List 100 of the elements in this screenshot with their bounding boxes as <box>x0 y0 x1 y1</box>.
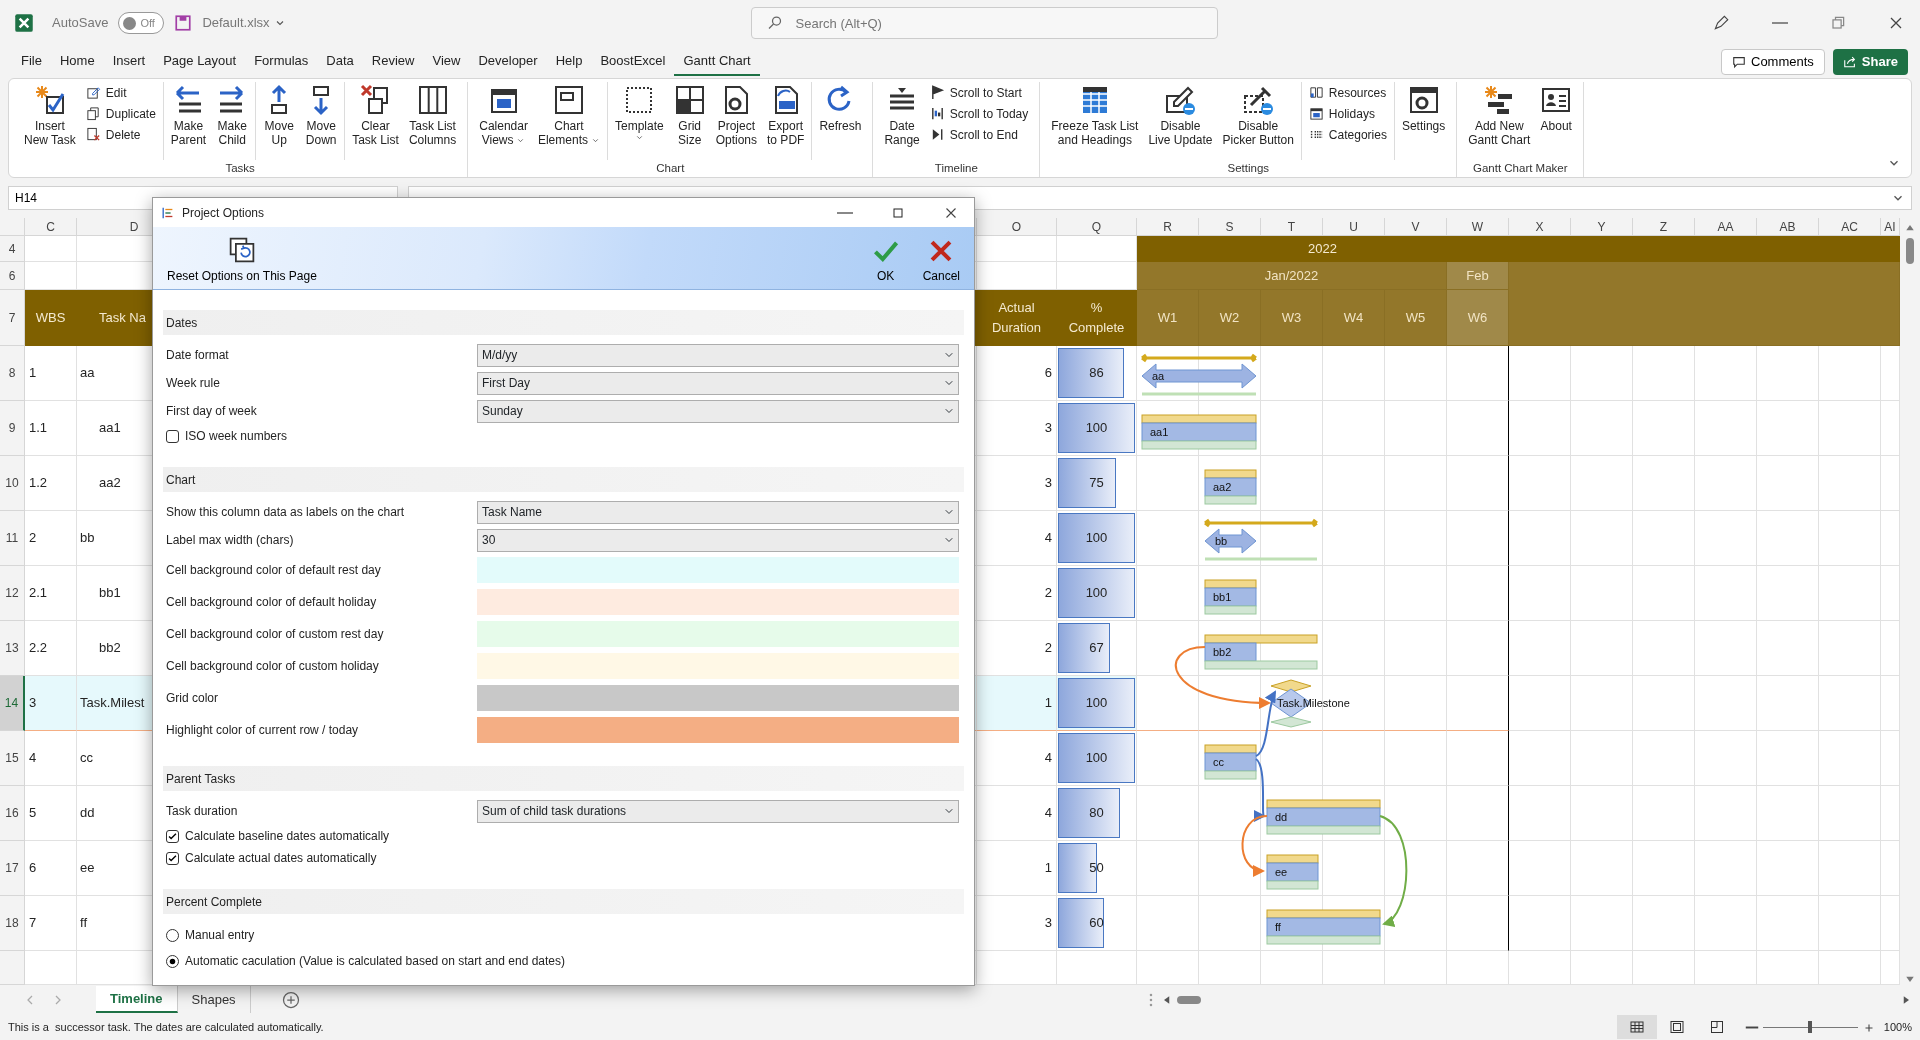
menu-tab[interactable]: Gantt Chart <box>674 48 760 76</box>
ribbon-button[interactable]: Move Down <box>301 82 342 160</box>
ribbon-button[interactable]: About <box>1536 82 1577 160</box>
grid-cell <box>1447 346 1509 401</box>
ribbon-button[interactable]: Task List Columns <box>404 82 461 160</box>
ribbon-button[interactable]: Refresh <box>815 82 866 160</box>
ribbon-button[interactable]: Holidays <box>1304 103 1391 124</box>
menu-tab[interactable]: Review <box>362 48 424 76</box>
ribbon-button[interactable]: Template <box>610 82 668 160</box>
dropdown-field[interactable]: Sunday <box>477 399 959 423</box>
column-header: T <box>1261 218 1323 236</box>
color-swatch[interactable] <box>477 589 959 615</box>
ribbon-button[interactable]: Freeze Task List and Headings <box>1047 82 1143 160</box>
ribbon-button[interactable]: Move Up <box>259 82 300 160</box>
ribbon-button[interactable]: Disable Live Update <box>1144 82 1217 160</box>
row-header: 14 <box>0 676 25 731</box>
ribbon-button[interactable]: Categories <box>1304 124 1391 145</box>
radio-button[interactable] <box>166 954 179 968</box>
dropdown-field[interactable]: Task Name <box>477 500 959 524</box>
color-swatch[interactable] <box>477 557 959 583</box>
ribbon-button[interactable]: Make Child <box>212 82 253 160</box>
dropdown-field[interactable]: 30 <box>477 528 959 552</box>
ribbon-button[interactable]: Delete <box>81 124 160 145</box>
ribbon-button[interactable]: Scroll to Today <box>925 103 1033 124</box>
ribbon-button[interactable]: Edit <box>81 82 160 103</box>
grid-cell <box>1633 511 1695 566</box>
sheet-tab[interactable]: Timeline <box>96 986 178 1013</box>
dropdown-field[interactable]: Sum of child task durations <box>477 799 959 823</box>
ribbon-button[interactable]: Date Range <box>880 82 924 160</box>
menu-tab[interactable]: Page Layout <box>154 48 246 76</box>
share-button[interactable]: Share <box>1832 49 1908 75</box>
menu-tab[interactable]: View <box>423 48 470 76</box>
ribbon-button[interactable]: Calendar Views <box>475 82 532 160</box>
column-header: U <box>1323 218 1385 236</box>
grid-cell <box>1509 566 1571 621</box>
menu-tab[interactable]: Home <box>50 48 104 76</box>
cancel-button[interactable]: Cancel <box>918 238 964 285</box>
grid-cell <box>1757 511 1819 566</box>
reset-button[interactable]: Reset Options on This Page <box>163 236 321 285</box>
ribbon-button[interactable]: Resources <box>1304 82 1391 103</box>
menu-tab[interactable]: Developer <box>469 48 547 76</box>
menu-tab[interactable]: Help <box>546 48 592 76</box>
color-swatch[interactable] <box>477 653 959 679</box>
zoom-slider-thumb[interactable] <box>1808 1021 1813 1033</box>
color-swatch[interactable] <box>477 717 959 743</box>
ribbon-button[interactable]: Make Parent <box>166 82 211 160</box>
table-cell: 3 <box>977 456 1057 511</box>
grid-cell <box>1819 511 1881 566</box>
bars-icon <box>929 106 945 121</box>
file-name-button[interactable]: Default.xlsx <box>202 13 286 33</box>
ribbon-button[interactable]: Settings <box>1397 82 1450 160</box>
grid-cell <box>1633 346 1695 401</box>
grid-cell <box>1323 566 1385 621</box>
ribbon-button[interactable]: Grid Size <box>669 82 710 160</box>
ribbon-button[interactable]: Clear Task List <box>348 82 403 160</box>
ribbon-button[interactable]: Scroll to Start <box>925 82 1033 103</box>
ribbon-button[interactable]: Scroll to End <box>925 124 1033 145</box>
comments-button[interactable]: Comments <box>1721 49 1825 75</box>
ok-button[interactable]: OK <box>868 238 903 285</box>
menu-tab[interactable]: Data <box>317 48 363 76</box>
grid-cell <box>1819 621 1881 676</box>
table-cell-text: 100 <box>1085 584 1108 603</box>
ribbon-button[interactable]: Disable Picker Button <box>1218 82 1298 160</box>
grid-view-icon <box>1628 1019 1645 1035</box>
ribbon-button[interactable]: Export to PDF <box>763 82 809 160</box>
autosave-toggle[interactable]: Off <box>118 12 165 34</box>
column-header: C <box>25 218 77 236</box>
grid-cell <box>1633 786 1695 841</box>
grid-cell <box>1819 456 1881 511</box>
menu-tab[interactable]: Insert <box>103 48 155 76</box>
grid-cell <box>1385 676 1447 731</box>
scrollbar-thumb[interactable] <box>1906 238 1914 264</box>
ribbon-button[interactable]: Chart Elements <box>533 82 604 160</box>
radio-button[interactable] <box>166 928 179 942</box>
scrollbar-thumb[interactable] <box>1176 995 1201 1004</box>
row-header: 16 <box>0 786 25 841</box>
color-swatch[interactable] <box>477 621 959 647</box>
ribbon-button[interactable]: Insert New Task <box>20 82 80 160</box>
column-header: AA <box>1695 218 1757 236</box>
dropdown-field[interactable]: First Day <box>477 371 959 395</box>
row-header: 6 <box>0 262 25 290</box>
ribbon-button[interactable]: Duplicate <box>81 103 160 124</box>
menu-tab[interactable]: File <box>12 48 51 76</box>
week-header: W5 <box>1385 290 1447 346</box>
checkbox[interactable] <box>166 829 179 843</box>
checkbox[interactable] <box>166 429 179 443</box>
ribbon-button[interactable]: Add New Gantt Chart <box>1464 82 1535 160</box>
menu-tab[interactable]: Formulas <box>245 48 318 76</box>
search-field[interactable]: Search (Alt+Q) <box>750 7 1218 39</box>
grid-cell <box>1757 841 1819 896</box>
grid-cell <box>1323 621 1385 676</box>
color-swatch[interactable] <box>477 685 959 711</box>
checkbox[interactable] <box>166 851 179 865</box>
grid-cell <box>1757 621 1819 676</box>
ribbon-button[interactable]: Project Options <box>711 82 762 160</box>
menu-tab[interactable]: BoostExcel <box>591 48 675 76</box>
grid-cell <box>1509 841 1571 896</box>
dropdown-field[interactable]: M/d/yy <box>477 343 959 367</box>
grid-cell <box>1447 456 1509 511</box>
normal-view-button[interactable] <box>1616 1015 1657 1039</box>
